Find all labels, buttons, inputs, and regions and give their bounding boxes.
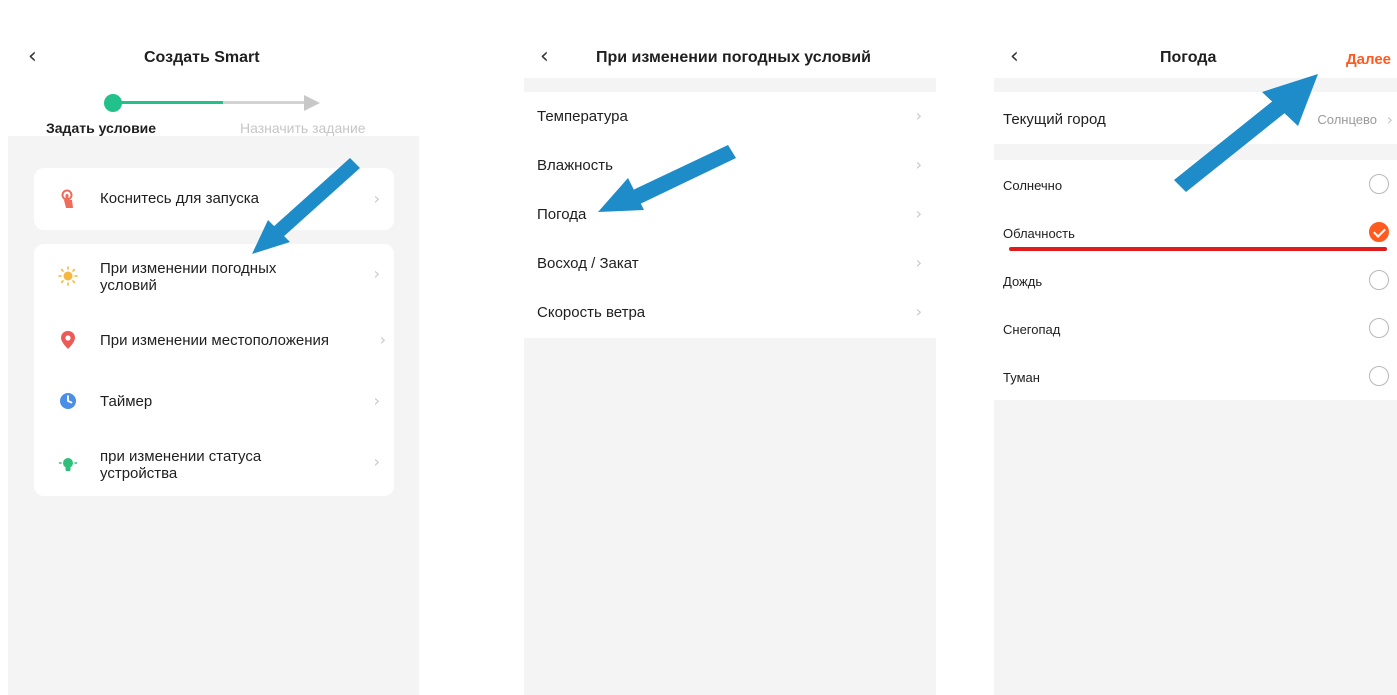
chevron-right-icon: › <box>373 189 380 208</box>
weather-select-screen: ‹ Погода Далее Текущий город Солнцево › … <box>994 38 1397 695</box>
progress-stepper <box>104 94 334 112</box>
option-label: Дождь <box>1003 274 1043 289</box>
page-title: При изменении погодных условий <box>596 49 871 66</box>
list-item-label: при изменении статуса устройства <box>100 448 262 482</box>
list-item-humidity[interactable]: Влажность › <box>524 141 936 190</box>
list-item-label: Погода <box>537 206 587 223</box>
list-item-label: Скорость ветра <box>537 304 646 321</box>
list-item-location[interactable]: При изменении местоположения › <box>34 308 394 370</box>
chevron-left-icon[interactable]: ‹ <box>540 44 549 69</box>
chevron-left-icon[interactable]: ‹ <box>1010 44 1019 69</box>
hand-tap-icon <box>61 189 73 208</box>
page-title: Создать Smart <box>144 49 260 66</box>
weather-conditions-screen: ‹ При изменении погодных условий Темпера… <box>524 38 936 695</box>
step-label-current: Задать условие <box>46 120 157 136</box>
chevron-left-icon[interactable]: ‹ <box>28 44 37 69</box>
list-item-temperature[interactable]: Температура › <box>524 92 936 141</box>
option-cloudy[interactable]: Облачность <box>994 208 1397 256</box>
list-item-weather[interactable]: При изменении погодных условий › <box>34 244 394 308</box>
current-city-row[interactable]: Текущий город Солнцево › <box>994 92 1397 144</box>
list-item-device-status[interactable]: при изменении статуса устройства › <box>34 432 394 496</box>
list-item-label: Температура <box>537 108 628 125</box>
nav-bar: ‹ Создать Smart <box>8 38 419 78</box>
clock-icon <box>60 393 76 409</box>
chevron-right-icon: › <box>373 452 380 471</box>
chevron-right-icon: › <box>915 204 922 223</box>
nav-bar: ‹ Погода Далее <box>994 38 1397 78</box>
list-item-timer[interactable]: Таймер › <box>34 370 394 432</box>
option-snow[interactable]: Снегопад <box>994 304 1397 352</box>
list-item-weather[interactable]: Погода › <box>524 190 936 239</box>
option-label: Облачность <box>1003 226 1075 241</box>
option-label: Солнечно <box>1003 178 1063 193</box>
list-item-label: Восход / Закат <box>537 255 639 272</box>
current-city-label: Текущий город <box>1003 111 1106 128</box>
sun-icon <box>58 266 78 286</box>
next-button[interactable]: Далее <box>1346 51 1391 68</box>
chevron-right-icon: › <box>915 253 922 272</box>
weather-options-list: Солнечно Облачность Дождь Снегопад Туман <box>994 160 1397 400</box>
list-item-label: Влажность <box>537 157 613 174</box>
device-status-icon <box>58 458 78 471</box>
current-city-value: Солнцево <box>1317 112 1377 127</box>
list-item-label: Коснитесь для запуска <box>100 190 259 207</box>
stepper-line-done <box>113 101 223 104</box>
option-label: Снегопад <box>1003 322 1061 337</box>
stepper-dot <box>104 94 122 112</box>
chevron-right-icon: › <box>1386 110 1393 129</box>
list-item-label: При изменении погодных условий <box>100 260 277 294</box>
page-title: Погода <box>1160 49 1217 66</box>
chevron-right-icon: › <box>373 391 380 410</box>
step-label-next: Назначить задание <box>240 120 366 136</box>
nav-bar: ‹ При изменении погодных условий <box>524 38 936 78</box>
list-item-label: Таймер <box>100 393 153 410</box>
chevron-right-icon: › <box>915 302 922 321</box>
option-sunny[interactable]: Солнечно <box>994 160 1397 208</box>
tutorial-composite: ‹ Создать Smart Задать условие Назначить… <box>0 0 1397 695</box>
radio-button[interactable] <box>1369 174 1389 194</box>
option-label: Туман <box>1003 370 1040 385</box>
option-rain[interactable]: Дождь <box>994 256 1397 304</box>
radio-button[interactable] <box>1369 270 1389 290</box>
stepper-arrow-icon <box>304 95 320 111</box>
list-item-wind-speed[interactable]: Скорость ветра › <box>524 288 936 337</box>
option-fog[interactable]: Туман <box>994 352 1397 400</box>
conditions-card: При изменении погодных условий › При изм… <box>34 244 394 496</box>
stepper-line-pending <box>223 101 307 104</box>
create-smart-screen: ‹ Создать Smart Задать условие Назначить… <box>8 38 419 695</box>
radio-button[interactable] <box>1369 366 1389 386</box>
chevron-right-icon: › <box>373 264 380 283</box>
list-item-sunrise-sunset[interactable]: Восход / Закат › <box>524 239 936 288</box>
chevron-right-icon: › <box>379 330 386 349</box>
conditions-list: Температура › Влажность › Погода › Восхо… <box>524 92 936 338</box>
radio-button[interactable] <box>1369 318 1389 338</box>
location-pin-icon <box>61 331 75 349</box>
chevron-right-icon: › <box>915 155 922 174</box>
list-item-touch[interactable]: Коснитесь для запуска › <box>34 168 394 230</box>
chevron-right-icon: › <box>915 106 922 125</box>
radio-checked-icon[interactable] <box>1369 222 1389 242</box>
touch-card: Коснитесь для запуска › <box>34 168 394 230</box>
list-item-label: При изменении местоположения <box>100 332 330 349</box>
